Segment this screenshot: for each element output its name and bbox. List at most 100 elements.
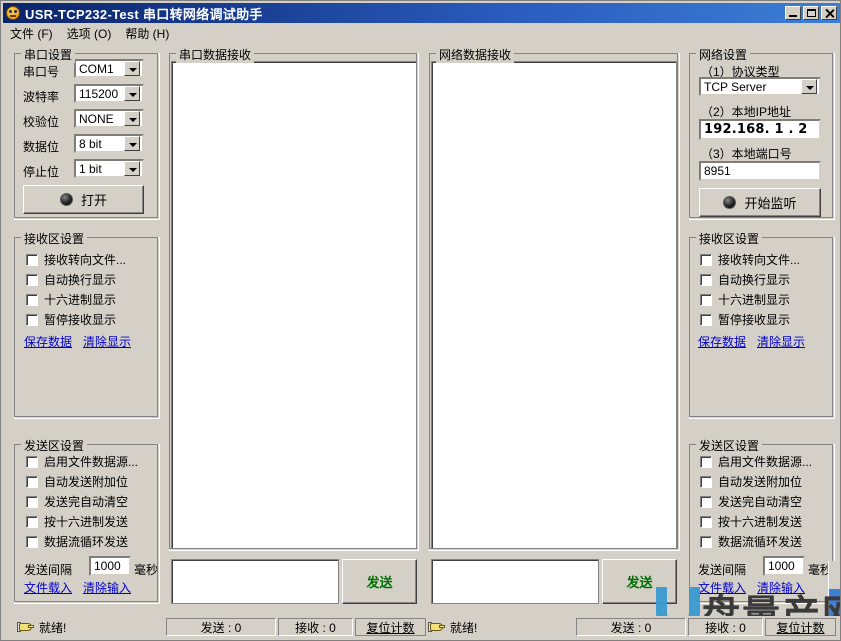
right-recv-save-data-link[interactable]: 保存数据 (698, 333, 746, 350)
chevron-down-icon[interactable] (124, 61, 140, 76)
parity-combo[interactable]: NONE (74, 109, 144, 128)
net-recv-textarea[interactable] (431, 61, 677, 549)
checkbox-icon[interactable] (26, 313, 38, 326)
close-button[interactable] (821, 6, 837, 20)
left-recv-check-pause[interactable]: 暂停接收显示 (26, 311, 116, 328)
chevron-down-icon[interactable] (124, 111, 140, 126)
checkbox-icon[interactable] (26, 273, 38, 286)
right-send-settings-title: 发送区设置 (696, 437, 763, 454)
databits-combo[interactable]: 8 bit (74, 134, 144, 153)
right-send-check-auto-append[interactable]: 自动发送附加位 (700, 473, 802, 490)
label: 数据流循环发送 (44, 535, 129, 549)
chevron-down-icon[interactable] (801, 79, 817, 94)
left-recv-check-redirect-file[interactable]: 接收转向文件... (26, 251, 126, 268)
label: 启用文件数据源... (44, 455, 139, 469)
left-send-load-file-link[interactable]: 文件载入 (24, 579, 72, 596)
right-recv-check-autowrap[interactable]: 自动换行显示 (700, 271, 790, 288)
status-left-reset-counter-button[interactable]: 复位计数 (355, 618, 426, 636)
left-send-clear-input-link[interactable]: 清除输入 (83, 579, 131, 596)
right-recv-clear-display-link[interactable]: 清除显示 (757, 333, 805, 350)
checkbox-icon[interactable] (700, 313, 712, 326)
label: 按十六进制发送 (44, 515, 129, 529)
checkbox-icon[interactable] (700, 273, 712, 286)
checkbox-icon[interactable] (700, 535, 712, 548)
right-send-load-file-link[interactable]: 文件载入 (698, 579, 746, 596)
status-left-ready-text: 就绪! (39, 620, 67, 635)
menu-options[interactable]: 选项 (O) (60, 24, 119, 43)
serial-send-button[interactable]: 发送 (342, 559, 417, 604)
start-listen-button[interactable]: 开始监听 (699, 188, 821, 217)
status-left-received: 接收 : 0 (278, 618, 353, 636)
baudrate-combo[interactable]: 115200 (74, 84, 144, 103)
checkbox-icon[interactable] (700, 475, 712, 488)
label: 十六进制显示 (718, 293, 791, 307)
label: 发送完自动清空 (44, 495, 129, 509)
checkbox-icon[interactable] (700, 515, 712, 528)
left-send-check-loop-send[interactable]: 数据流循环发送 (26, 533, 128, 550)
left-send-check-hex-send[interactable]: 按十六进制发送 (26, 513, 128, 530)
menu-help[interactable]: 帮助 (H) (118, 24, 176, 43)
checkbox-icon[interactable] (700, 495, 712, 508)
local-port-input[interactable]: 8951 (699, 161, 821, 181)
right-send-check-clear-after-send[interactable]: 发送完自动清空 (700, 493, 802, 510)
serial-port-combo[interactable]: COM1 (74, 59, 144, 78)
right-send-check-hex-send[interactable]: 按十六进制发送 (700, 513, 802, 530)
label: 接收转向文件... (718, 253, 801, 267)
protocol-type-combo[interactable]: TCP Server (699, 77, 821, 96)
left-recv-check-hex[interactable]: 十六进制显示 (26, 291, 116, 308)
local-port-label: （3）本地端口号 (701, 147, 792, 161)
serial-recv-textarea[interactable] (171, 61, 417, 549)
baudrate-value: 115200 (79, 86, 119, 101)
chevron-down-icon[interactable] (124, 86, 140, 101)
serial-recv-title: 串口数据接收 (176, 46, 255, 63)
label: 自动发送附加位 (718, 475, 803, 489)
menu-file[interactable]: 文件 (F) (3, 24, 60, 43)
net-send-input[interactable] (431, 559, 599, 604)
left-recv-check-autowrap[interactable]: 自动换行显示 (26, 271, 116, 288)
checkbox-icon[interactable] (700, 253, 712, 266)
right-recv-check-redirect-file[interactable]: 接收转向文件... (700, 251, 800, 268)
checkbox-icon[interactable] (26, 535, 38, 548)
scrollbar-thumb[interactable] (829, 589, 840, 619)
checkbox-icon[interactable] (26, 475, 38, 488)
status-right-ready: 就绪! (428, 618, 477, 636)
maximize-button[interactable] (803, 6, 819, 20)
right-recv-check-pause[interactable]: 暂停接收显示 (700, 311, 790, 328)
parity-value: NONE (79, 111, 114, 126)
menu-bar: 文件 (F) 选项 (O) 帮助 (H) (3, 24, 840, 42)
checkbox-icon[interactable] (26, 515, 38, 528)
window-title: USR-TCP232-Test 串口转网络调试助手 (25, 6, 263, 22)
right-send-check-file-source[interactable]: 启用文件数据源... (700, 453, 812, 470)
left-send-check-clear-after-send[interactable]: 发送完自动清空 (26, 493, 128, 510)
left-send-check-file-source[interactable]: 启用文件数据源... (26, 453, 138, 470)
status-right-reset-counter-button[interactable]: 复位计数 (765, 618, 836, 636)
vertical-scrollbar[interactable] (828, 561, 840, 619)
stopbits-combo[interactable]: 1 bit (74, 159, 144, 178)
baudrate-label: 波特率 (23, 90, 60, 104)
left-recv-clear-display-link[interactable]: 清除显示 (83, 333, 131, 350)
right-send-check-loop-send[interactable]: 数据流循环发送 (700, 533, 802, 550)
right-send-clear-input-link[interactable]: 清除输入 (757, 579, 805, 596)
right-send-interval-input[interactable]: 1000 (763, 556, 805, 576)
chevron-down-icon[interactable] (124, 136, 140, 151)
checkbox-icon[interactable] (700, 293, 712, 306)
minimize-button[interactable] (785, 6, 801, 20)
label: 按十六进制发送 (718, 515, 803, 529)
checkbox-icon[interactable] (26, 293, 38, 306)
chevron-down-icon[interactable] (124, 161, 140, 176)
label: 自动换行显示 (44, 273, 117, 287)
local-ip-input[interactable]: 192.168. 1 . 2 (699, 119, 821, 140)
left-send-interval-input[interactable]: 1000 (89, 556, 131, 576)
right-recv-check-hex[interactable]: 十六进制显示 (700, 291, 790, 308)
checkbox-icon[interactable] (26, 253, 38, 266)
left-recv-save-data-link[interactable]: 保存数据 (24, 333, 72, 350)
open-serial-button[interactable]: 打开 (23, 185, 144, 214)
checkbox-icon[interactable] (700, 455, 712, 468)
net-send-button[interactable]: 发送 (602, 559, 677, 604)
serial-port-value: COM1 (79, 61, 114, 76)
serial-send-input[interactable] (171, 559, 339, 604)
label: 自动换行显示 (718, 273, 791, 287)
checkbox-icon[interactable] (26, 495, 38, 508)
left-send-check-auto-append[interactable]: 自动发送附加位 (26, 473, 128, 490)
checkbox-icon[interactable] (26, 455, 38, 468)
